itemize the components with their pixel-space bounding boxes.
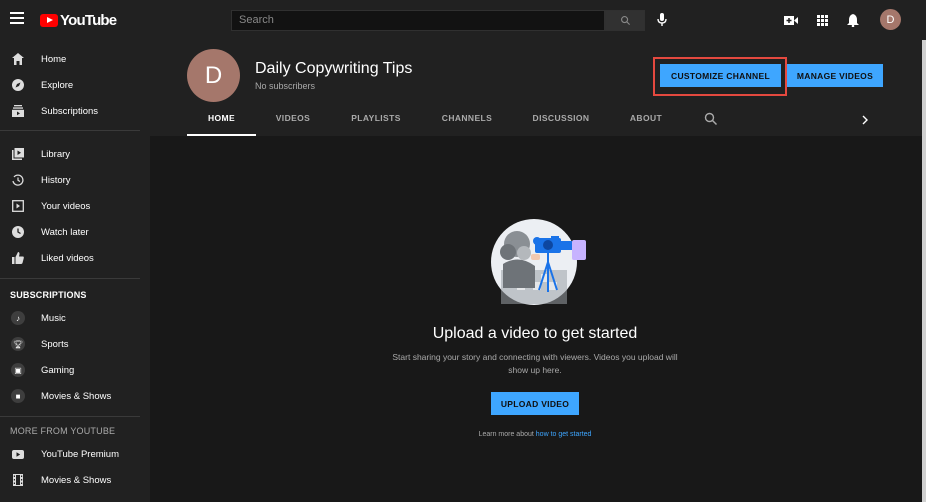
sidebar-item-your-videos[interactable]: Your videos [0, 193, 150, 219]
channel-header: D Daily Copywriting Tips No subscribers … [150, 40, 922, 136]
tab-about[interactable]: ABOUT [620, 113, 672, 136]
channel-avatar: D [187, 49, 240, 102]
film-icon: ■ [11, 389, 25, 403]
music-icon: ♪ [11, 311, 25, 325]
mic-icon[interactable] [654, 11, 670, 29]
search-input[interactable]: Search [231, 10, 605, 31]
empty-state-title: Upload a video to get started [432, 325, 638, 342]
manage-videos-button[interactable]: MANAGE VIDEOS [787, 64, 883, 87]
subscriptions-heading: SUBSCRIPTIONS [10, 290, 87, 300]
subscriber-count: No subscribers [255, 81, 316, 91]
channel-search-icon[interactable] [704, 112, 718, 126]
more-from-youtube-heading: MORE FROM YOUTUBE [10, 426, 116, 436]
apps-icon[interactable] [814, 11, 830, 29]
sidebar-item-history[interactable]: History [0, 167, 150, 193]
home-icon [11, 52, 25, 66]
subscriptions-icon [11, 104, 25, 118]
search-icon [620, 16, 630, 26]
empty-state-description: Start sharing your story and connecting … [392, 352, 678, 375]
history-icon [11, 173, 25, 187]
youtube-logo[interactable]: YouTube [40, 11, 117, 29]
create-video-icon[interactable] [783, 11, 799, 29]
your-videos-icon [11, 199, 25, 213]
menu-icon[interactable] [10, 12, 24, 26]
sidebar-item-youtube-premium[interactable]: YouTube Premium [0, 441, 150, 467]
tab-channels[interactable]: CHANNELS [432, 113, 502, 136]
sidebar-item-library[interactable]: Library [0, 141, 150, 167]
search-button[interactable] [605, 10, 645, 31]
sidebar-item-gaming[interactable]: ▣ Gaming [0, 357, 150, 383]
scrollbar[interactable] [922, 40, 926, 502]
upload-illustration [491, 219, 586, 305]
tab-home[interactable]: HOME [187, 113, 256, 136]
trophy-icon: 🏆︎ [11, 337, 25, 351]
sidebar-item-movies-shows-more[interactable]: Movies & Shows [0, 467, 150, 493]
sidebar-item-explore[interactable]: Explore [0, 72, 150, 98]
youtube-play-icon [40, 13, 58, 27]
upload-video-button[interactable]: UPLOAD VIDEO [491, 392, 579, 415]
tab-discussion[interactable]: DISCUSSION [523, 113, 599, 136]
tab-playlists[interactable]: PLAYLISTS [341, 113, 411, 136]
film-strip-icon [11, 473, 25, 487]
sidebar-divider [0, 130, 140, 131]
clock-icon [11, 225, 25, 239]
logo-text: YouTube [60, 11, 117, 29]
sidebar-item-subscriptions[interactable]: Subscriptions [0, 98, 150, 124]
sidebar-divider [0, 278, 140, 279]
gamepad-icon: ▣ [11, 363, 25, 377]
thumbs-up-icon [11, 251, 25, 265]
sidebar-item-home[interactable]: Home [0, 46, 150, 72]
sidebar-item-watch-later[interactable]: Watch later [0, 219, 150, 245]
account-avatar[interactable]: D [880, 9, 901, 30]
learn-more-text: Learn more about how to get started [385, 431, 685, 438]
top-bar: YouTube Search D [0, 0, 926, 40]
tab-videos[interactable]: VIDEOS [266, 113, 320, 136]
notifications-icon[interactable] [845, 11, 861, 29]
compass-icon [11, 78, 25, 92]
customize-channel-button[interactable]: CUSTOMIZE CHANNEL [660, 64, 781, 87]
how-to-get-started-link[interactable]: how to get started [536, 431, 592, 438]
sidebar-item-sports[interactable]: 🏆︎ Sports [0, 331, 150, 357]
sidebar-item-liked-videos[interactable]: Liked videos [0, 245, 150, 271]
channel-title: Daily Copywriting Tips [255, 60, 413, 77]
sidebar-item-movies-shows[interactable]: ■ Movies & Shows [0, 383, 150, 409]
youtube-premium-icon [11, 447, 25, 461]
library-icon [11, 147, 25, 161]
learn-more-prefix: Learn more about [478, 431, 534, 438]
sidebar-divider [0, 416, 140, 417]
chevron-right-icon[interactable] [859, 114, 871, 126]
sidebar: Home Explore Subscriptions Library Histo… [0, 40, 150, 502]
sidebar-item-music[interactable]: ♪ Music [0, 305, 150, 331]
